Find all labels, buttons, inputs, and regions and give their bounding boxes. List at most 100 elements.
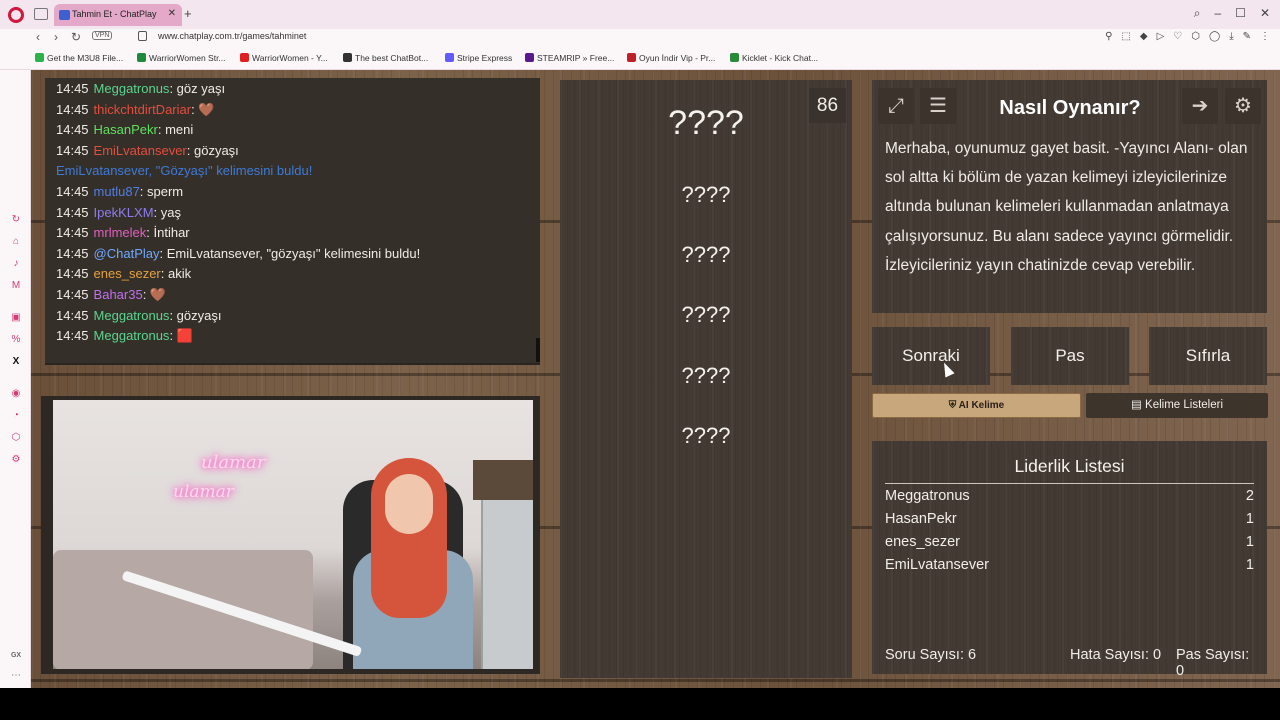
chat-username[interactable]: Meggatronus (94, 328, 170, 343)
percent-icon[interactable]: % (10, 334, 22, 346)
url-field[interactable]: www.chatplay.com.tr/games/tahminet (158, 31, 306, 41)
chat-text: : 🤎 (142, 287, 167, 302)
x-twitter-icon[interactable]: X (10, 356, 22, 368)
snapshot-icon[interactable]: ⬚ (1121, 31, 1130, 42)
bookmark-item[interactable]: STEAMRIP » Free... (525, 53, 614, 63)
chat-username[interactable]: Bahar35 (94, 287, 143, 302)
address-bar: ‹ › ↻ VPN www.chatplay.com.tr/games/tahm… (0, 29, 1280, 47)
download-icon[interactable]: ⤓ (1229, 31, 1233, 42)
chat-username[interactable]: thickchtdirtDariar (94, 102, 192, 117)
reset-button[interactable]: Sıfırla (1149, 327, 1267, 385)
workspaces-icon[interactable] (34, 8, 48, 20)
bookmark-item[interactable]: WarriorWomen Str... (137, 53, 226, 63)
bookmark-item[interactable]: Stripe Express (445, 53, 512, 63)
pass-button[interactable]: Pas (1011, 327, 1129, 385)
pin-icon[interactable]: ⚲ (1105, 31, 1112, 42)
bookmark-item[interactable]: Get the M3U8 File... (35, 53, 123, 63)
minimize-icon[interactable]: – (1214, 6, 1221, 21)
leader-name: Meggatronus (885, 488, 970, 504)
exit-icon[interactable]: ➔ (1182, 88, 1218, 124)
tab-close-icon[interactable]: ✕ (168, 8, 176, 19)
back-icon[interactable]: ‹ (36, 30, 40, 44)
chat-time: 14:45 (56, 81, 89, 96)
tab-tahmin-et[interactable]: Tahmin Et - ChatPlay ✕ (54, 4, 182, 26)
bookmark-item[interactable]: Kicklet - Kick Chat... (730, 53, 818, 63)
twitch-icon[interactable]: ▣ (10, 312, 22, 324)
close-window-icon[interactable]: ✕ (1260, 6, 1270, 21)
chat-username[interactable]: Meggatronus (94, 308, 170, 323)
chat-message: EmiLvatansever, "Gözyaşı" kelimesini bul… (56, 163, 312, 178)
chat-scrollbar[interactable] (536, 338, 540, 362)
cam-fridge (481, 500, 533, 669)
settings-sidebar-icon[interactable]: ⚙ (10, 454, 22, 466)
cube-icon[interactable]: ⬡ (10, 432, 22, 444)
tab-title: Tahmin Et - ChatPlay (72, 9, 157, 19)
chat-username[interactable]: IpekKLXM (94, 205, 154, 220)
fullscreen-icon[interactable]: ⤢ (878, 88, 914, 124)
chat-time: 14:45 (56, 328, 89, 344)
extensions-icon[interactable]: ⬡ (1191, 31, 1200, 42)
search-icon[interactable]: ⌕ (1194, 6, 1201, 21)
chat-text: : göz yaşı (169, 81, 226, 96)
chatplay-favicon-icon (59, 10, 70, 20)
messenger-icon[interactable]: M (10, 280, 22, 292)
webcam-feed: ulamar ulamar (53, 400, 533, 669)
bookmarks-bar: Get the M3U8 File... WarriorWomen Str...… (0, 47, 1280, 70)
vpn-badge[interactable]: VPN (92, 31, 113, 40)
history-icon[interactable]: ◔ (10, 410, 22, 422)
chat-username[interactable]: @ChatPlay (94, 246, 160, 261)
chat-text: : yaş (153, 204, 181, 220)
bookmark-item[interactable]: Oyun İndir Vip - Pr... (627, 53, 715, 63)
bookmark-item[interactable]: WarriorWomen - Y... (240, 53, 328, 63)
reload-icon[interactable]: ↻ (71, 30, 81, 44)
new-tab-icon[interactable]: + (184, 6, 192, 21)
ai-word-button[interactable]: ⛨ AI Kelime (872, 393, 1081, 418)
chat-text: : akik (160, 266, 192, 282)
bag-icon[interactable]: ⌂ (10, 236, 22, 248)
settings-icon[interactable]: ⚙ (1225, 88, 1261, 124)
chat-username[interactable]: enes_sezer (94, 266, 161, 281)
forward-icon[interactable]: › (54, 30, 58, 44)
help-title: Nasıl Oynanır? (999, 97, 1141, 119)
chat-username[interactable]: EmiLvatansever (94, 143, 187, 158)
help-text: Merhaba, oyunumuz gayet basit. -Yayıncı … (885, 140, 1248, 274)
menu-icon[interactable]: ⋮ (1260, 31, 1270, 42)
opera-logo-icon[interactable] (8, 7, 24, 23)
tab-bar: Tahmin Et - ChatPlay ✕ + ⌕ – ☐ ✕ (0, 0, 1280, 29)
chat-username[interactable]: HasanPekr (94, 122, 158, 137)
refresh-sidebar-icon[interactable]: ↻ (10, 214, 22, 226)
player-icon[interactable]: ◉ (10, 388, 22, 400)
chat-text: EmiLvatansever, "Gözyaşı" kelimesini bul… (56, 163, 313, 179)
notes-icon[interactable]: ☰ (920, 88, 956, 124)
chat-text: : EmiLvatansever, "gözyaşı" kelimesini b… (159, 245, 421, 261)
bookmark-favicon-icon (730, 53, 739, 62)
chat-time: 14:45 (56, 101, 89, 117)
more-icon[interactable]: ⋯ (10, 670, 22, 682)
lock-icon[interactable] (138, 31, 147, 41)
music-icon[interactable]: ♪ (10, 258, 22, 270)
ai-icon[interactable]: ✎ (1243, 31, 1251, 42)
chat-time: 14:45 (56, 142, 89, 158)
maximize-icon[interactable]: ☐ (1235, 6, 1246, 21)
cam-person-face (385, 474, 433, 534)
heart-icon[interactable]: ♡ (1173, 31, 1182, 42)
chat-username[interactable]: Meggatronus (94, 81, 170, 96)
next-button[interactable]: Sonraki (872, 327, 990, 385)
word-lists-button[interactable]: ▤ Kelime Listeleri (1086, 393, 1268, 418)
pass-count: Pas Sayısı: 0 (1176, 647, 1250, 679)
screen-bottom-bar (0, 688, 1280, 720)
bookmark-item[interactable]: The best ChatBot... (343, 53, 428, 63)
chat-username[interactable]: mutlu87 (94, 184, 140, 199)
shield-icon[interactable]: ◆ (1140, 31, 1148, 42)
chat-message: 14:45 @ChatPlay: EmiLvatansever, "gözyaşı… (56, 246, 420, 261)
clipboard-icon: ▤ (1130, 399, 1146, 411)
account-icon[interactable]: ◯ (1209, 31, 1220, 42)
play-icon[interactable]: ▷ (1157, 31, 1165, 42)
gx-logo[interactable]: GX (10, 650, 22, 662)
chat-message: 14:45 thickchtdirtDariar: 🤎 (56, 102, 215, 118)
chat-message: 14:45 Meggatronus: 🟥 (56, 328, 193, 344)
question-count: Soru Sayısı: 6 (885, 647, 977, 663)
error-count: Hata Sayısı: 0 (1070, 647, 1162, 663)
chat-username[interactable]: mrlmelek (94, 225, 147, 240)
leader-name: enes_sezer (885, 534, 960, 550)
